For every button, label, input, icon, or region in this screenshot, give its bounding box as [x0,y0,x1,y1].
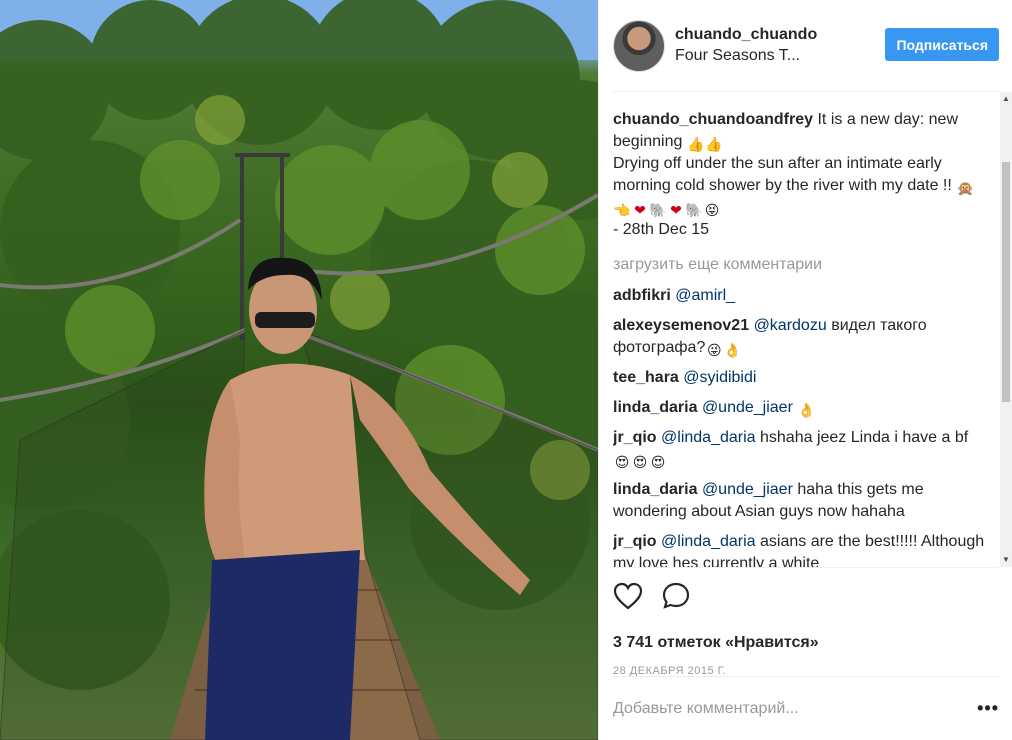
post-view: chuando_chuando Four Seasons T... Подпис… [0,0,1012,740]
heart-icon[interactable] [613,582,643,612]
comment-item: adbfikri @amirl_ [613,285,987,307]
comment-item: linda_daria @unde_jiaer 👌 [613,397,987,419]
comment-mention[interactable]: @linda_daria [661,429,756,446]
elephant-icon: 🐘 [649,202,667,218]
tongue-face-icon: 😝 [704,202,720,218]
comment-mention[interactable]: @amirl_ [675,287,735,304]
comment-item: jr_qio @linda_daria asians are the best!… [613,531,987,567]
comment-item: linda_daria @unde_jiaer haha this gets m… [613,479,987,523]
avatar[interactable] [613,19,665,72]
load-more-comments-link[interactable]: загрузить еще комментарии [613,254,987,276]
comment-item: alexeysemenov21 @kardozu видел такого фо… [613,315,987,359]
comments-scrollbar[interactable]: ▲ ▼ [1000,92,1012,567]
header-text: chuando_chuando Four Seasons T... [675,26,825,65]
caption-line2: Drying off under the sun after an intima… [613,155,952,194]
photo-illustration [0,0,598,740]
caption-line3: - 28th Dec 15 [613,221,710,238]
comment-mention[interactable]: @syidibidi [683,369,756,386]
comment-mention[interactable]: @unde_jiaer [702,399,793,416]
heart-eyes-icon: 😍 [614,454,630,470]
pointing-hand-icon: 👈 [613,202,631,218]
heart-eyes-icon: 😍 [650,454,666,470]
comments-list: chuando_chuandoandfrey It is a new day: … [613,92,987,567]
comment-mention[interactable]: @kardozu [754,317,827,334]
tongue-face-icon: 😜 [707,342,722,358]
comment-item: tee_hara @syidibidi [613,367,987,389]
post-side-panel: chuando_chuando Four Seasons T... Подпис… [598,0,1012,740]
monkey-icon: 🙊 [956,180,974,196]
caption: chuando_chuandoandfrey It is a new day: … [613,109,987,241]
comment-input[interactable] [613,699,975,718]
header-location[interactable]: Four Seasons T... [675,47,825,65]
comment-text: hshaha jeez Linda i have a bf [760,429,969,446]
scroll-thumb[interactable] [1002,162,1010,402]
heart-eyes-icon: 😍 [632,454,648,470]
thumbs-up-icon: 👍 [687,136,705,152]
comment-username[interactable]: linda_daria [613,399,697,416]
scroll-up-arrow-icon[interactable]: ▲ [1000,92,1012,106]
follow-button[interactable]: Подписаться [885,28,999,61]
add-comment-bar: ••• [613,676,999,740]
post-photo[interactable] [0,0,598,740]
action-icons [613,582,999,612]
thumbs-up-icon: 👍 [705,136,723,152]
comment-mention[interactable]: @linda_daria [661,533,756,550]
likes-count[interactable]: 3 741 отметок «Нравится» [613,634,999,652]
caption-username[interactable]: chuando_chuandoandfrey [613,111,813,128]
post-header: chuando_chuando Four Seasons T... Подпис… [613,0,999,92]
scroll-down-arrow-icon[interactable]: ▼ [1000,553,1012,567]
ok-hand-icon: 👌 [723,342,742,358]
elephant-icon: 🐘 [685,202,703,218]
post-actions: 3 741 отметок «Нравится» 28 ДЕКАБРЯ 2015… [613,567,999,677]
comment-username[interactable]: adbfikri [613,287,671,304]
more-icon[interactable]: ••• [975,698,999,719]
comment-icon[interactable] [661,582,691,612]
comment-username[interactable]: linda_daria [613,481,697,498]
comment-username[interactable]: jr_qio [613,533,657,550]
comment-username[interactable]: jr_qio [613,429,657,446]
comment-username[interactable]: alexeysemenov21 [613,317,749,334]
comment-username[interactable]: tee_hara [613,369,679,386]
ok-hand-icon: 👌 [797,402,816,418]
comment-mention[interactable]: @unde_jiaer [702,481,793,498]
heart-emoji-icon: ❤ [634,202,646,218]
heart-emoji-icon: ❤ [670,202,682,218]
comment-item: jr_qio @linda_daria hshaha jeez Linda i … [613,427,987,471]
header-username[interactable]: chuando_chuando [675,26,825,44]
